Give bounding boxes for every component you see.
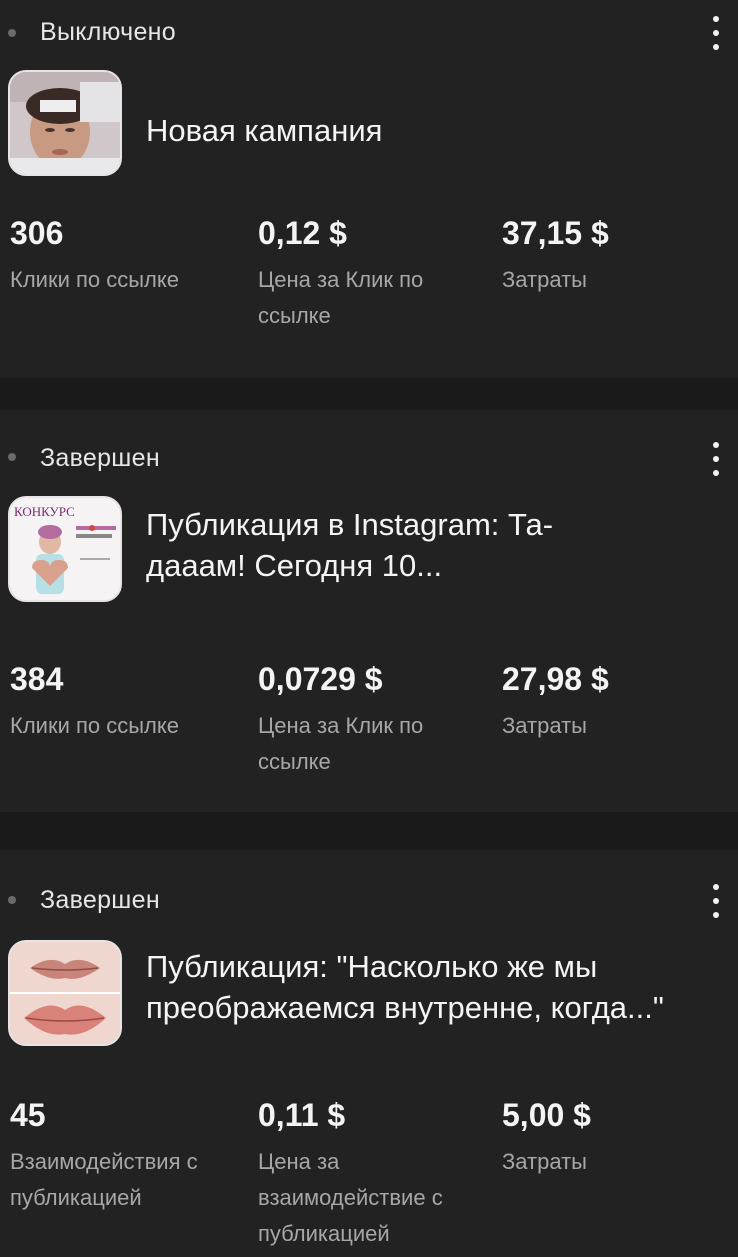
lips-before-after-icon [10, 942, 120, 1044]
dot [713, 16, 719, 22]
metric-label: Клики по ссылке [10, 713, 179, 738]
metric-label: Клики по ссылке [10, 267, 179, 292]
status-dot-icon [8, 896, 16, 904]
metric-value: 5,00 $ [502, 1097, 591, 1133]
status-label: Выключено [40, 18, 176, 46]
metric-label: Цена за Клик по ссылке [258, 267, 424, 328]
metric-value: 306 [10, 215, 64, 251]
dot [713, 912, 719, 918]
campaign-card[interactable]: Завершен Публикация: "Насколько же мы пр… [0, 850, 738, 1257]
metric-label: Цена за взаимодействие с публикацией [258, 1149, 443, 1246]
face-treatment-icon [10, 72, 120, 174]
dot [713, 30, 719, 36]
more-options-button[interactable] [708, 884, 724, 918]
metric-engagements: 45 Взаимодействия с публикацией [10, 1096, 250, 1216]
status-dot-icon [8, 453, 16, 461]
metric-spend: 5,00 $ Затраты [502, 1096, 727, 1180]
metric-label: Затраты [502, 1149, 587, 1174]
dot [713, 898, 719, 904]
metric-value: 0,11 $ [258, 1097, 346, 1133]
metric-value: 27,98 $ [502, 661, 609, 697]
metric-clicks: 306 Клики по ссылке [10, 214, 250, 298]
campaign-card[interactable]: Завершен КОНКУРС Публикация в Instagram:… [0, 410, 738, 812]
status-row: Завершен [0, 410, 738, 476]
metric-value: 0,0729 $ [258, 661, 383, 697]
metric-value: 384 [10, 661, 64, 697]
more-options-button[interactable] [708, 442, 724, 476]
metric-value: 45 [10, 1097, 46, 1133]
campaign-title[interactable]: Новая кампания [146, 110, 706, 151]
dot [713, 456, 719, 462]
dot [713, 470, 719, 476]
metric-cost-per-click: 0,12 $ Цена за Клик по ссылке [258, 214, 483, 334]
status-row: Выключено [0, 0, 738, 60]
dot [713, 442, 719, 448]
more-options-button[interactable] [708, 16, 724, 50]
metric-label: Затраты [502, 713, 587, 738]
campaign-thumbnail[interactable] [8, 940, 122, 1046]
contest-poster-icon: КОНКУРС [10, 498, 120, 600]
campaign-title[interactable]: Публикация в Instagram: Та-дааам! Сегодн… [146, 504, 626, 586]
metric-cost-per-click: 0,0729 $ Цена за Клик по ссылке [258, 660, 483, 780]
metric-spend: 37,15 $ Затраты [502, 214, 727, 298]
dot [713, 884, 719, 890]
dot [713, 44, 719, 50]
metric-clicks: 384 Клики по ссылке [10, 660, 250, 744]
metric-cost-per-engagement: 0,11 $ Цена за взаимодействие с публикац… [258, 1096, 483, 1252]
status-dot-icon [8, 29, 16, 37]
status-row: Завершен [0, 850, 738, 918]
metric-label: Цена за Клик по ссылке [258, 713, 424, 774]
metric-label: Затраты [502, 267, 587, 292]
status-label: Завершен [40, 886, 160, 914]
status-label: Завершен [40, 444, 160, 472]
campaign-thumbnail[interactable] [8, 70, 122, 176]
campaign-card[interactable]: Выключено Новая кампания 306 Клики по сс… [0, 0, 738, 378]
poster-text: КОНКУРС [14, 504, 75, 519]
metric-value: 0,12 $ [258, 215, 347, 251]
metric-value: 37,15 $ [502, 215, 609, 251]
metric-label: Взаимодействия с публикацией [10, 1149, 198, 1210]
campaign-thumbnail[interactable]: КОНКУРС [8, 496, 122, 602]
campaign-title[interactable]: Публикация: "Насколько же мы преображаем… [146, 946, 706, 1028]
metric-spend: 27,98 $ Затраты [502, 660, 727, 744]
